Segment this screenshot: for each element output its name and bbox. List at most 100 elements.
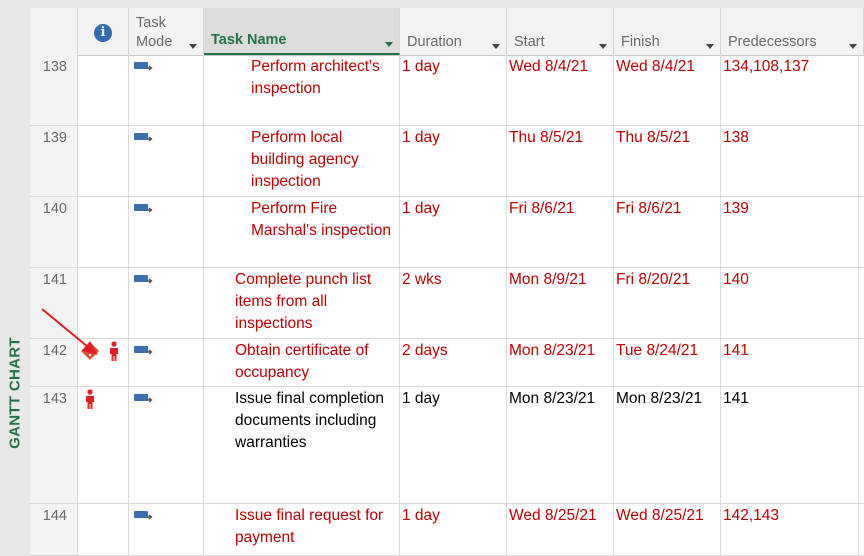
column-header-start[interactable]: Start: [507, 8, 614, 55]
table-row[interactable]: 141 Complete punch list items from all in…: [30, 268, 864, 339]
predecessors-cell[interactable]: 138: [721, 126, 859, 196]
resource-person-icon[interactable]: [84, 389, 96, 409]
column-header-finish[interactable]: Finish: [614, 8, 721, 55]
auto-scheduled-mode-icon: [134, 204, 153, 213]
task-mode-cell[interactable]: [129, 387, 204, 503]
task-name-filter-dropdown-icon[interactable]: [385, 42, 393, 47]
view-label: GANTT CHART: [6, 337, 24, 449]
finish-filter-dropdown-icon[interactable]: [706, 44, 714, 49]
next-column-edge: [859, 504, 864, 555]
start-date-cell[interactable]: Mon 8/9/21: [507, 268, 614, 338]
table-row[interactable]: 140 Perform Fire Marshal's inspection 1 da…: [30, 197, 864, 268]
row-id-cell[interactable]: 138: [30, 55, 78, 125]
auto-scheduled-mode-icon: [134, 275, 153, 284]
auto-scheduled-mode-icon: [134, 133, 153, 142]
task-name-text: Perform architect's inspection: [251, 58, 380, 97]
next-column-edge: [859, 197, 864, 267]
task-name-text: Issue final completion documents includi…: [235, 390, 385, 451]
annotation-arrow: [41, 308, 98, 355]
indicators-cell: [78, 387, 129, 503]
next-column-edge: [859, 268, 864, 338]
task-name-text: Perform local building agency inspection: [251, 129, 359, 190]
column-header-row: i Task Mode Task Name Duration Start Fin…: [30, 8, 864, 56]
finish-date-cell[interactable]: Wed 8/4/21: [614, 55, 721, 125]
duration-cell[interactable]: 2 days: [400, 339, 507, 386]
task-mode-cell[interactable]: [129, 126, 204, 196]
column-header-duration-label: Duration: [407, 34, 462, 50]
start-date-cell[interactable]: Mon 8/23/21: [507, 387, 614, 503]
select-all-corner[interactable]: [30, 8, 78, 55]
row-id-cell[interactable]: 143: [30, 387, 78, 503]
task-mode-cell[interactable]: [129, 197, 204, 267]
auto-scheduled-mode-icon: [134, 346, 153, 355]
predecessors-cell[interactable]: 141: [721, 387, 859, 503]
predecessors-filter-dropdown-icon[interactable]: [849, 44, 857, 49]
auto-scheduled-mode-icon: [134, 394, 153, 403]
duration-cell[interactable]: 1 day: [400, 197, 507, 267]
task-name-cell[interactable]: Perform local building agency inspection: [204, 126, 400, 196]
table-row[interactable]: 142 Obtain certificate of occupancy 2 days…: [30, 339, 864, 387]
table-row[interactable]: 139 Perform local building agency inspect…: [30, 126, 864, 197]
indicators-cell: [78, 504, 129, 555]
start-date-cell[interactable]: Wed 8/4/21: [507, 55, 614, 125]
info-icon: i: [94, 24, 112, 42]
row-id-cell[interactable]: 144: [30, 504, 78, 555]
task-name-cell[interactable]: Perform Fire Marshal's inspection: [204, 197, 400, 267]
next-column-edge: [859, 126, 864, 196]
view-bar[interactable]: GANTT CHART: [0, 8, 31, 556]
predecessors-cell[interactable]: 142,143: [721, 504, 859, 555]
row-id-cell[interactable]: 140: [30, 197, 78, 267]
finish-date-cell[interactable]: Wed 8/25/21: [614, 504, 721, 555]
duration-filter-dropdown-icon[interactable]: [492, 44, 500, 49]
table-row[interactable]: 144 Issue final request for payment 1 day W…: [30, 504, 864, 556]
duration-cell[interactable]: 2 wks: [400, 268, 507, 338]
column-header-indicators[interactable]: i: [78, 8, 129, 55]
column-header-predecessors[interactable]: Predecessors: [721, 8, 864, 55]
task-mode-cell[interactable]: [129, 339, 204, 386]
finish-date-cell[interactable]: Mon 8/23/21: [614, 387, 721, 503]
row-id-cell[interactable]: 139: [30, 126, 78, 196]
auto-scheduled-mode-icon: [134, 62, 153, 71]
start-date-cell[interactable]: Thu 8/5/21: [507, 126, 614, 196]
table-row[interactable]: 143 Issue final completion documents incl…: [30, 387, 864, 504]
start-date-cell[interactable]: Wed 8/25/21: [507, 504, 614, 555]
finish-date-cell[interactable]: Fri 8/6/21: [614, 197, 721, 267]
column-header-task-mode-label: Task Mode: [136, 15, 173, 50]
column-header-duration[interactable]: Duration: [400, 8, 507, 55]
column-header-finish-label: Finish: [621, 34, 660, 50]
duration-cell[interactable]: 1 day: [400, 504, 507, 555]
task-name-text: Issue final request for payment: [235, 507, 384, 546]
predecessors-cell[interactable]: 134,108,137: [721, 55, 859, 125]
start-date-cell[interactable]: Mon 8/23/21: [507, 339, 614, 386]
table-row[interactable]: 138 Perform architect's inspection 1 day We…: [30, 55, 864, 126]
task-name-cell[interactable]: Complete punch list items from all inspe…: [204, 268, 400, 338]
column-header-task-name-label: Task Name: [211, 32, 287, 48]
column-header-task-name[interactable]: Task Name: [204, 8, 400, 55]
task-mode-filter-dropdown-icon[interactable]: [189, 44, 197, 49]
duration-cell[interactable]: 1 day: [400, 55, 507, 125]
duration-cell[interactable]: 1 day: [400, 126, 507, 196]
next-column-edge: [859, 55, 864, 125]
task-name-cell[interactable]: Issue final completion documents includi…: [204, 387, 400, 503]
finish-date-cell[interactable]: Thu 8/5/21: [614, 126, 721, 196]
predecessors-cell[interactable]: 140: [721, 268, 859, 338]
task-name-text: Obtain certificate of occupancy: [235, 342, 369, 381]
predecessors-cell[interactable]: 141: [721, 339, 859, 386]
auto-scheduled-mode-icon: [134, 511, 153, 520]
finish-date-cell[interactable]: Fri 8/20/21: [614, 268, 721, 338]
next-column-edge: [859, 339, 864, 386]
task-mode-cell[interactable]: [129, 504, 204, 555]
duration-cell[interactable]: 1 day: [400, 387, 507, 503]
start-date-cell[interactable]: Fri 8/6/21: [507, 197, 614, 267]
finish-date-cell[interactable]: Tue 8/24/21: [614, 339, 721, 386]
start-filter-dropdown-icon[interactable]: [599, 44, 607, 49]
column-header-task-mode[interactable]: Task Mode: [129, 8, 204, 55]
predecessors-cell[interactable]: 139: [721, 197, 859, 267]
task-name-cell[interactable]: Perform architect's inspection: [204, 55, 400, 125]
resource-person-icon[interactable]: [108, 341, 120, 361]
task-name-cell[interactable]: Obtain certificate of occupancy: [204, 339, 400, 386]
task-name-cell[interactable]: Issue final request for payment: [204, 504, 400, 555]
indicators-cell: [78, 197, 129, 267]
task-mode-cell[interactable]: [129, 55, 204, 125]
task-mode-cell[interactable]: [129, 268, 204, 338]
